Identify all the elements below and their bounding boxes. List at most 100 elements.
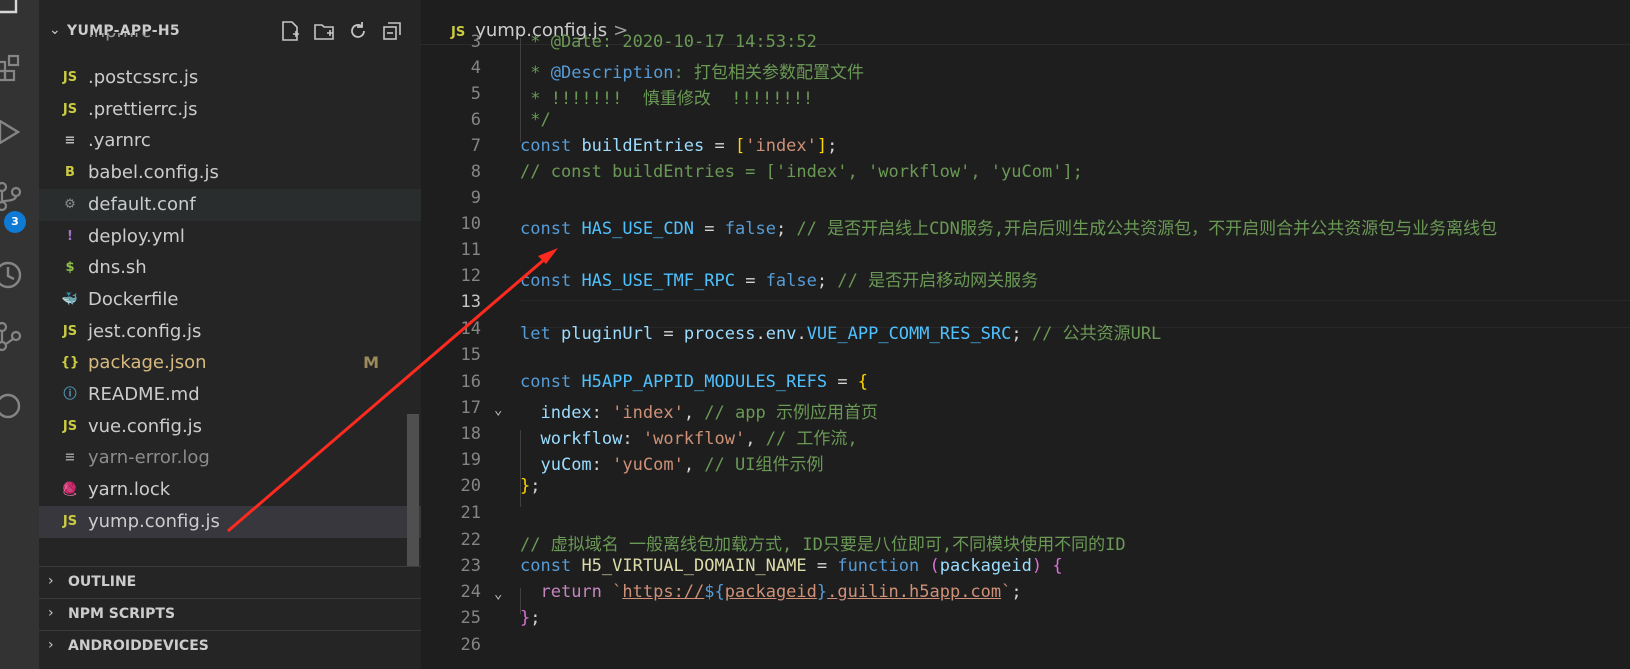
source-control-icon[interactable] [0, 178, 26, 214]
line-number: 12 [460, 266, 481, 286]
code-line-4: * @Description: 打包相关参数配置文件 [520, 63, 865, 83]
file-type-icon: JS [62, 513, 78, 529]
file-name: yump.config.js [88, 510, 220, 532]
run-debug-icon[interactable] [0, 114, 26, 150]
chevron-right-icon: › [48, 573, 54, 589]
file-item[interactable]: JS .postcssrc.js [39, 62, 421, 94]
extensions-icon[interactable] [0, 48, 26, 84]
section-androiddevices[interactable]: › ANDROIDDEVICES [39, 630, 421, 663]
code-line-18: workflow: 'workflow', // 工作流, [540, 429, 858, 449]
file-name: .prettierrc.js [88, 98, 198, 120]
line-number: 15 [460, 345, 481, 365]
file-item[interactable]: 🧶 yarn.lock [39, 474, 421, 506]
fold-chevron-icon[interactable]: ⌄ [494, 402, 502, 418]
file-item[interactable]: ≡ .yarnrc [39, 125, 421, 157]
section-outline-label: OUTLINE [68, 574, 137, 590]
file-item[interactable]: Bbabel.config.js [39, 157, 421, 189]
file-type-icon: 🧶 [61, 482, 79, 498]
file-item[interactable]: JS yump.config.js [39, 505, 421, 538]
line-number: 25 [460, 608, 481, 628]
new-file-icon[interactable] [279, 20, 301, 42]
file-item[interactable]: $ dns.sh [39, 252, 421, 284]
code-line-19: yuCom: 'yuCom', // UI组件示例 [540, 455, 824, 475]
line-number: 3 [470, 32, 481, 52]
file-type-icon: 🐳 [61, 291, 79, 307]
line-number: 11 [460, 240, 481, 260]
fold-chevron-icon[interactable]: ⌄ [494, 586, 502, 602]
line-number: 23 [460, 556, 481, 576]
file-type-icon: ⓘ [63, 387, 77, 402]
chevron-right-icon: › [48, 605, 54, 621]
line-number: 21 [460, 503, 481, 523]
line-number: 4 [470, 58, 481, 78]
line-number: 7 [470, 136, 481, 156]
code-line-12: const HAS_USE_TMF_RPC = false; // 是否开启移动… [520, 271, 1039, 291]
file-type-icon: JS [62, 418, 78, 434]
chevron-right-icon: › [48, 637, 54, 653]
remote-icon[interactable] [0, 388, 26, 424]
code-line-23: const H5_VIRTUAL_DOMAIN_NAME = function … [520, 556, 1063, 576]
file-item[interactable]: JS .prettierrc.js [39, 94, 421, 126]
explorer-actions [279, 20, 403, 42]
line-number: 8 [470, 162, 481, 182]
activity-bar: 3 [0, 0, 39, 669]
timeline-icon[interactable] [0, 257, 26, 293]
file-item[interactable]: ⓘ README.md [39, 379, 421, 411]
line-number: 26 [460, 635, 481, 655]
refresh-icon[interactable] [347, 20, 369, 42]
file-name: yarn.lock [88, 479, 171, 501]
section-outline[interactable]: › OUTLINE [39, 566, 421, 599]
line-number: 5 [470, 84, 481, 104]
section-npm-scripts-label: NPM SCRIPTS [68, 606, 176, 622]
file-item[interactable]: ! deploy.yml [39, 221, 421, 253]
line-number: 9 [470, 188, 481, 208]
code-line-5: * !!!!!!! 慎重修改 !!!!!!!! [520, 89, 814, 109]
line-number: 13 [460, 292, 481, 312]
git-graph-icon[interactable] [0, 318, 26, 354]
file-type-icon: JS [62, 70, 78, 85]
file-name: default.conf [88, 193, 196, 215]
file-type-icon: JS [62, 101, 78, 117]
explorer-folder-header[interactable]: ⌄ YUMP-APP-H5 [39, 14, 421, 50]
line-number: 10 [460, 214, 481, 234]
collapse-all-icon[interactable] [381, 20, 403, 42]
file-type-icon: $ [65, 260, 75, 276]
file-name: deploy.yml [88, 225, 185, 247]
line-number: 14 [460, 319, 481, 339]
explorer-scrollbar[interactable] [407, 414, 419, 569]
line-number: 20 [460, 476, 481, 496]
code-line-3: * @Date: 2020-10-17 14:53:52 [520, 32, 817, 52]
line-number: 22 [460, 530, 481, 550]
source-control-badge: 3 [4, 211, 26, 233]
file-name: yarn-error.log [88, 447, 210, 469]
file-item[interactable]: JS vue.config.js [39, 411, 421, 443]
section-npm-scripts[interactable]: › NPM SCRIPTS [39, 598, 421, 631]
line-number: 19 [460, 450, 481, 470]
new-folder-icon[interactable] [313, 20, 335, 42]
code-line-16: const H5APP_APPID_MODULES_REFS = { [520, 372, 869, 392]
file-npmrc-partial[interactable]: .npmrc [88, 33, 151, 43]
file-item[interactable]: ≡ yarn-error.log [39, 442, 421, 474]
file-type-icon: B [65, 165, 75, 181]
file-type-icon: ! [67, 228, 73, 244]
file-type-icon: ≡ [64, 133, 76, 149]
file-item[interactable]: ⚙ default.conf [39, 188, 421, 221]
line-number: 18 [460, 424, 481, 444]
file-name: jest.config.js [88, 320, 202, 342]
code-editor[interactable]: JS yump.config.js > 3 4 5 6 7 8 9 10 11 12 13 14 15 16 1… [421, 0, 1630, 669]
file-type-icon: {} [60, 355, 80, 371]
code-line-8: // const buildEntries = ['index', 'workf… [520, 162, 1083, 182]
code-line-6: */ [520, 110, 551, 130]
file-name: package.json [88, 352, 207, 374]
file-item[interactable]: JS jest.config.js [39, 316, 421, 348]
files-icon[interactable] [0, 0, 26, 16]
code-line-14: let pluginUrl = process.env.VUE_APP_COMM… [520, 324, 1162, 344]
code-line-24: return `https://${packageid}.guilin.h5ap… [540, 582, 1022, 602]
file-name: README.md [88, 384, 200, 405]
file-type-icon: JS [62, 323, 78, 339]
line-number: 17 [460, 398, 481, 418]
line-number: 6 [470, 110, 481, 130]
file-item[interactable]: 🐳 Dockerfile [39, 284, 421, 316]
chevron-down-icon: ⌄ [49, 22, 61, 38]
file-item[interactable]: {} package.json M [39, 347, 421, 379]
